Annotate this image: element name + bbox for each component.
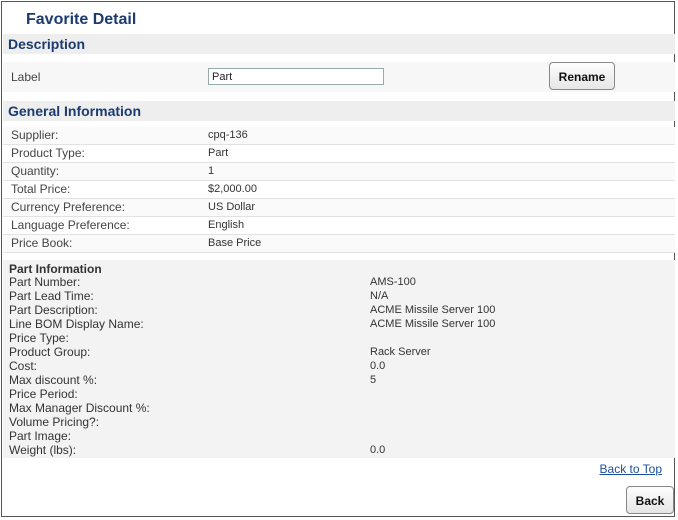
table-row: Quantity: 1 (3, 163, 675, 181)
product-group-value: Rack Server (370, 346, 431, 358)
price-period-label: Price Period: (9, 387, 78, 401)
part-information-header: Part Information (9, 262, 102, 276)
general-information-table: Supplier: cpq-136 Product Type: Part Qua… (3, 127, 675, 253)
language-preference-value: English (208, 219, 245, 231)
description-header: Description (3, 34, 675, 54)
cost-value: 0.0 (370, 360, 386, 372)
label-input[interactable] (208, 68, 384, 85)
weight-label: Weight (lbs): (9, 443, 77, 457)
volume-pricing-label: Volume Pricing?: (9, 415, 100, 429)
table-row: Part Image: (3, 429, 675, 443)
table-row: Max Manager Discount %: (3, 401, 675, 415)
cost-label: Cost: (9, 359, 38, 373)
table-row: Language Preference: English (3, 217, 675, 235)
part-lead-time-label: Part Lead Time: (9, 289, 94, 303)
max-manager-discount-label: Max Manager Discount %: (9, 401, 150, 415)
general-information-header: General Information (3, 101, 675, 121)
label-field-label: Label (11, 70, 41, 84)
product-type-label: Product Type: (11, 146, 85, 160)
price-type-label: Price Type: (9, 331, 69, 345)
table-row: Max discount %: 5 (3, 373, 675, 387)
part-description-label: Part Description: (9, 303, 98, 317)
page-title: Favorite Detail (26, 11, 137, 28)
line-bom-display-name-value: ACME Missile Server 100 (370, 318, 496, 330)
back-button[interactable]: Back (626, 486, 674, 514)
part-description-value: ACME Missile Server 100 (370, 304, 496, 316)
table-row: Part Lead Time: N/A (3, 289, 675, 303)
table-row: Part Number: AMS-100 (3, 275, 675, 289)
line-bom-display-name-label: Line BOM Display Name: (9, 317, 144, 331)
table-row: Volume Pricing?: (3, 415, 675, 429)
table-row: Line BOM Display Name: ACME Missile Serv… (3, 317, 675, 331)
part-number-value: AMS-100 (370, 276, 416, 288)
part-image-label: Part Image: (9, 429, 72, 443)
part-information-section: Part Information Part Number: AMS-100 Pa… (3, 260, 675, 458)
supplier-value: cpq-136 (208, 129, 248, 141)
total-price-label: Total Price: (11, 182, 71, 196)
table-row: Currency Preference: US Dollar (3, 199, 675, 217)
rename-button[interactable]: Rename (549, 62, 615, 90)
quantity-value: 1 (208, 165, 215, 177)
back-to-top-link[interactable]: Back to Top (600, 462, 662, 476)
part-number-label: Part Number: (9, 275, 81, 289)
max-discount-label: Max discount %: (9, 373, 98, 387)
favorite-detail-panel: Favorite Detail Description Label Rename… (1, 1, 675, 517)
table-row: Product Group: Rack Server (3, 345, 675, 359)
label-row: Label Rename (3, 62, 675, 92)
table-row: Price Type: (3, 331, 675, 345)
weight-value: 0.0 (370, 444, 386, 456)
table-row: Supplier: cpq-136 (3, 127, 675, 145)
table-row: Total Price: $2,000.00 (3, 181, 675, 199)
table-row: Price Book: Base Price (3, 235, 675, 253)
table-row: Cost: 0.0 (3, 359, 675, 373)
max-discount-value: 5 (370, 374, 377, 386)
product-type-value: Part (208, 147, 229, 159)
product-group-label: Product Group: (9, 345, 91, 359)
table-row: Part Description: ACME Missile Server 10… (3, 303, 675, 317)
currency-preference-label: Currency Preference: (11, 200, 126, 214)
table-row: Price Period: (3, 387, 675, 401)
table-row: Weight (lbs): 0.0 (3, 443, 675, 457)
quantity-label: Quantity: (11, 164, 60, 178)
language-preference-label: Language Preference: (11, 218, 130, 232)
total-price-value: $2,000.00 (208, 183, 257, 195)
part-lead-time-value: N/A (370, 290, 389, 302)
supplier-label: Supplier: (11, 128, 59, 142)
price-book-value: Base Price (208, 237, 262, 249)
currency-preference-value: US Dollar (208, 201, 256, 213)
table-row: Product Type: Part (3, 145, 675, 163)
price-book-label: Price Book: (11, 236, 73, 250)
